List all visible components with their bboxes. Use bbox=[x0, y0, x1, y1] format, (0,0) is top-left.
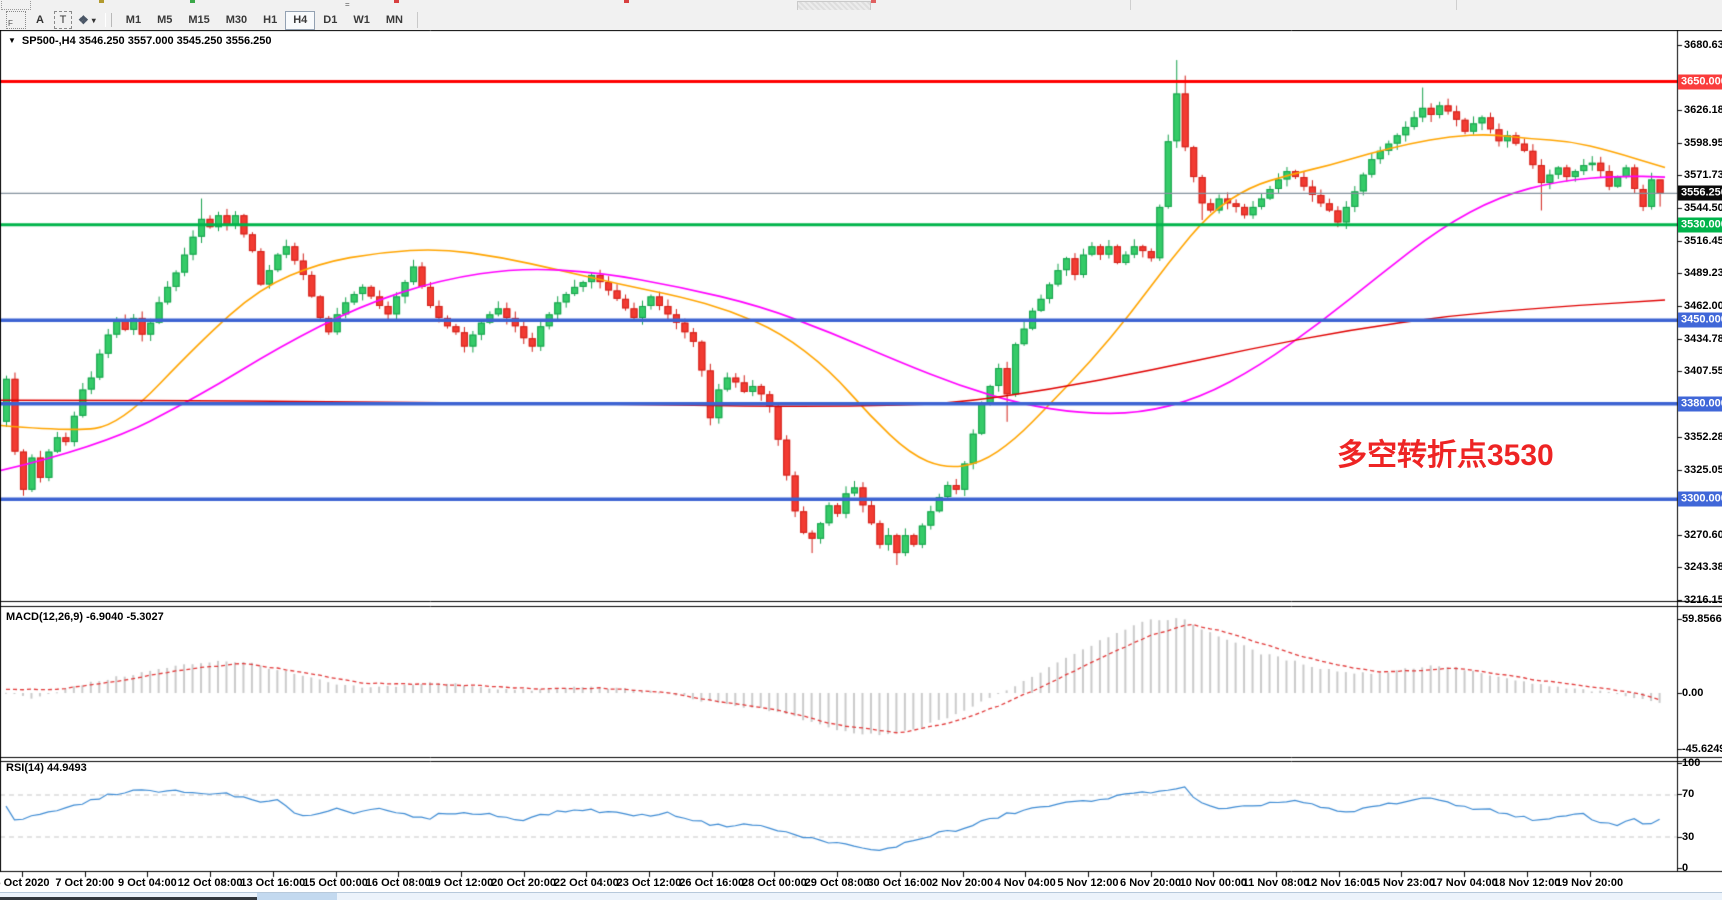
time-axis-label: 29 Oct 08:00 bbox=[805, 877, 870, 889]
cursor-tool-icon[interactable]: ❖▾ bbox=[78, 12, 97, 28]
time-axis-label: 12 Nov 16:00 bbox=[1305, 877, 1372, 889]
price-level-tag: 3450.000 bbox=[1678, 313, 1722, 328]
timeframe-button-m15[interactable]: M15 bbox=[180, 11, 217, 30]
price-axis-label: 3680.630 bbox=[1684, 39, 1722, 51]
clipped-icon: = bbox=[345, 2, 357, 9]
price-axis-label: 3544.505 bbox=[1684, 202, 1722, 214]
chart-annotation-text: 多空转折点3530 bbox=[1337, 430, 1554, 474]
mt4-window: = F A T ❖▾ M1M5M15M30H1H4D1W1MN ▼ SP500-,… bbox=[0, 0, 1722, 900]
macd-axis-label: 59.8566 bbox=[1682, 613, 1722, 625]
toolbar-gripper[interactable] bbox=[105, 13, 112, 27]
time-axis-label: 7 Oct 20:00 bbox=[55, 877, 114, 889]
timeframe-button-h1[interactable]: H1 bbox=[255, 11, 285, 30]
macd-axis-label: 0.00 bbox=[1682, 687, 1703, 699]
macd-axis-label: -45.6249 bbox=[1682, 743, 1722, 755]
clipped-icon bbox=[394, 0, 399, 3]
time-axis-label: 23 Oct 12:00 bbox=[617, 877, 682, 889]
price-axis-label: 3626.180 bbox=[1684, 104, 1722, 116]
toolbar-separator bbox=[1456, 0, 1457, 10]
macd-indicator-label: MACD(12,26,9) -6.9040 -5.3027 bbox=[6, 611, 164, 623]
diamond-icon: ❖ bbox=[78, 13, 90, 27]
time-axis-label: 4 Nov 04:00 bbox=[995, 877, 1056, 889]
collapse-triangle-icon[interactable]: ▼ bbox=[8, 36, 16, 45]
time-axis-label: 19 Nov 20:00 bbox=[1556, 877, 1623, 889]
clipped-icon bbox=[871, 0, 876, 3]
price-axis-label: 3489.230 bbox=[1684, 267, 1722, 279]
chevron-down-icon: ▾ bbox=[92, 16, 97, 25]
time-axis-label: 30 Oct 16:00 bbox=[867, 877, 932, 889]
time-axis-label: 18 Nov 12:00 bbox=[1493, 877, 1560, 889]
time-axis-label: 16 Oct 08:00 bbox=[366, 877, 431, 889]
price-level-tag: 3380.000 bbox=[1678, 397, 1722, 412]
time-axis-label: 9 Oct 04:00 bbox=[118, 877, 177, 889]
timeframe-button-m1[interactable]: M1 bbox=[118, 11, 149, 30]
timeframe-button-w1[interactable]: W1 bbox=[345, 11, 378, 30]
rsi-indicator-label: RSI(14) 44.9493 bbox=[6, 762, 87, 774]
text-box-tool-icon[interactable]: T bbox=[54, 11, 72, 29]
price-axis-label: 3352.280 bbox=[1684, 431, 1722, 443]
toolbar-separator bbox=[1130, 0, 1131, 10]
timeframe-button-m5[interactable]: M5 bbox=[149, 11, 180, 30]
price-level-tag: 3300.000 bbox=[1678, 492, 1722, 507]
price-axis-label: 3516.455 bbox=[1684, 235, 1722, 247]
price-level-tag: 3650.000 bbox=[1678, 75, 1722, 90]
time-axis-label: 17 Nov 04:00 bbox=[1430, 877, 1497, 889]
time-axis-label: 6 Oct 2020 bbox=[0, 877, 50, 889]
chart-toolbar: F A T ❖▾ M1M5M15M30H1H4D1W1MN bbox=[0, 10, 1722, 31]
price-axis-label: 3598.955 bbox=[1684, 137, 1722, 149]
timeframe-button-mn[interactable]: MN bbox=[378, 11, 411, 30]
chart-symbol-title: ▼ SP500-,H4 3546.250 3557.000 3545.250 35… bbox=[8, 35, 271, 47]
rsi-axis-label: 0 bbox=[1682, 862, 1688, 874]
price-level-tag: 3530.000 bbox=[1678, 218, 1722, 233]
timeframe-button-h4[interactable]: H4 bbox=[285, 11, 315, 30]
rsi-axis-label: 30 bbox=[1682, 831, 1694, 843]
time-axis-label: 13 Oct 16:00 bbox=[240, 877, 305, 889]
timeframe-button-m30[interactable]: M30 bbox=[218, 11, 255, 30]
time-axis-label: 6 Nov 20:00 bbox=[1120, 877, 1181, 889]
price-axis-label: 3407.555 bbox=[1684, 365, 1722, 377]
time-axis-label: 20 Oct 20:00 bbox=[491, 877, 556, 889]
clipped-icon bbox=[99, 0, 104, 3]
toolbar-separator bbox=[417, 12, 418, 28]
price-axis-label: 3243.380 bbox=[1684, 561, 1722, 573]
time-axis-label: 26 Oct 16:00 bbox=[679, 877, 744, 889]
time-axis-label: 28 Oct 00:00 bbox=[742, 877, 807, 889]
time-axis-label: 10 Nov 00:00 bbox=[1180, 877, 1247, 889]
price-level-tag: 3556.250 bbox=[1678, 186, 1722, 201]
price-axis-label: 3462.005 bbox=[1684, 300, 1722, 312]
price-axis-label: 3434.780 bbox=[1684, 333, 1722, 345]
price-axis-label: 3571.730 bbox=[1684, 169, 1722, 181]
ohlc-readout: SP500-,H4 3546.250 3557.000 3545.250 355… bbox=[22, 35, 272, 47]
clipped-icon bbox=[624, 0, 629, 3]
rsi-axis-label: 70 bbox=[1682, 788, 1694, 800]
rsi-axis-label: 100 bbox=[1682, 757, 1700, 769]
time-axis-label: 11 Nov 08:00 bbox=[1243, 877, 1310, 889]
timeframe-buttons: M1M5M15M30H1H4D1W1MN bbox=[118, 10, 411, 30]
price-axis-label: 3216.155 bbox=[1684, 594, 1722, 606]
clipped-icon bbox=[190, 0, 195, 3]
timeframe-button-d1[interactable]: D1 bbox=[315, 11, 345, 30]
time-axis-label: 2 Nov 20:00 bbox=[932, 877, 993, 889]
time-axis-label: 22 Oct 04:00 bbox=[554, 877, 619, 889]
price-axis-label: 3270.605 bbox=[1684, 529, 1722, 541]
clipped-icon bbox=[1, 1, 31, 10]
text-label-tool-icon[interactable]: A bbox=[32, 12, 48, 28]
time-axis-label: 12 Oct 08:00 bbox=[178, 877, 243, 889]
scrollbar-segment bbox=[257, 893, 337, 900]
horizontal-scrollbar[interactable] bbox=[0, 892, 1722, 900]
price-axis-label: 3325.055 bbox=[1684, 464, 1722, 476]
time-axis-label: 19 Oct 12:00 bbox=[428, 877, 493, 889]
time-axis-label: 15 Nov 23:00 bbox=[1368, 877, 1435, 889]
time-axis-label: 15 Oct 00:00 bbox=[303, 877, 368, 889]
time-axis-label: 5 Nov 12:00 bbox=[1057, 877, 1118, 889]
grid-tool-icon[interactable]: F bbox=[6, 11, 26, 29]
